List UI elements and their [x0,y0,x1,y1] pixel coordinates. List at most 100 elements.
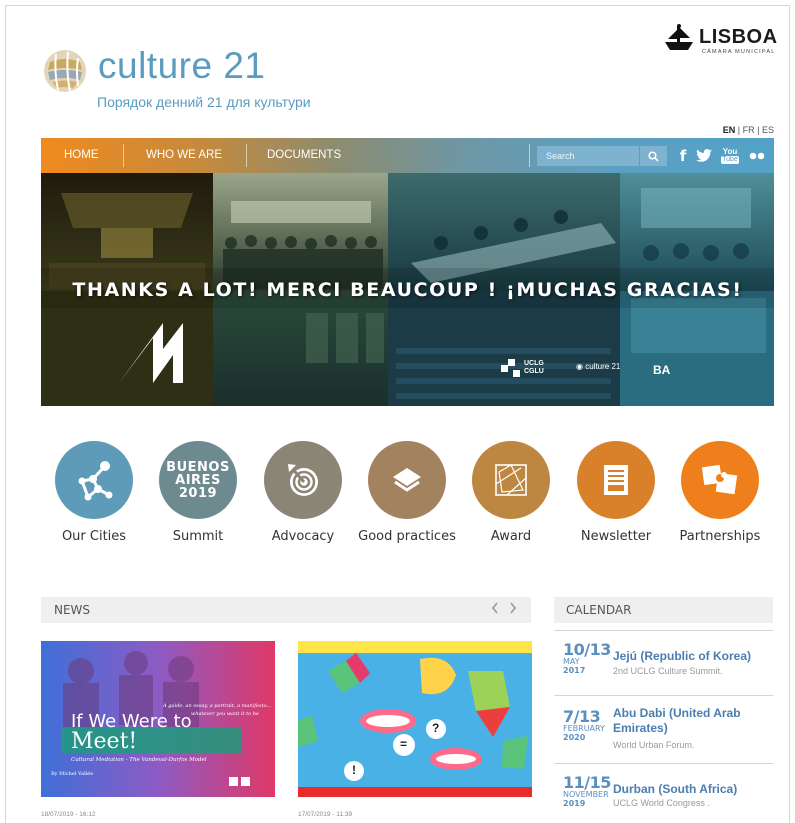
network-icon [78,461,113,501]
event-description: 2nd UCLG Culture Summit. [613,666,723,676]
language-switcher: EN | FR | ES [723,125,774,135]
event-month: NOVEMBER [563,790,609,799]
calendar-divider [554,763,773,764]
logo-title: culture 21 [98,45,266,86]
culture21-banner-icon: ◉ [576,362,583,371]
news-prev-button[interactable] [491,601,499,617]
hero-banner[interactable]: THANKS A LOT! MERCI BEAUCOUP ! ¡MUCHAS G… [41,173,774,406]
nav-divider [123,144,124,167]
globe-logo-icon [44,50,86,93]
event-place-link[interactable]: Jejú (Republic of Korea) [613,649,763,664]
lang-separator: | [757,125,760,135]
nav-divider [529,144,530,167]
facebook-icon: f [679,146,687,165]
youtube-link[interactable]: You Tube [721,138,739,173]
layers-icon [393,468,421,492]
event-year: 2020 [563,733,586,742]
news-item-illustration [298,641,532,797]
calendar-event-date[interactable]: 7/13 FEBRUARY 2020 [563,707,605,743]
nav-home[interactable]: HOME [64,138,99,173]
nav-documents[interactable]: DOCUMENTS [267,138,341,173]
lisboa-subtitle: CÂMARA MUNICIPAL [702,49,776,55]
youtube-icon: You Tube [721,146,739,164]
event-range: 11/15 [563,773,611,792]
flickr-icon [749,152,765,159]
culture21-logo[interactable]: culture 21 [42,45,265,94]
label-partnerships[interactable]: Partnerships [655,529,785,544]
event-range: 10/13 [563,640,611,659]
circle-newsletter[interactable] [577,441,655,519]
uclg-logo-mark [501,359,520,377]
circle-award[interactable] [472,441,550,519]
calendar-header: CALENDAR [554,597,773,623]
news-image-caption: A guide, an essay, a portrait, a manifes… [163,703,272,709]
logo-subtitle: Порядок денний 21 для культури [97,94,311,110]
calendar-title: CALENDAR [566,603,632,617]
news-image-title-2: Meet! [71,729,138,754]
calendar-divider [554,630,773,631]
uclg-logo: UCLG CGLU [501,359,544,377]
news-item-image[interactable]: A guide, an essay, a portrait, a manifes… [41,641,275,797]
nav-who-we-are[interactable]: WHO WE ARE [146,138,222,173]
circle-partnerships[interactable] [681,441,759,519]
exclamation-bubble-icon: ! [352,763,356,777]
badge-line-3: 2019 [178,485,218,501]
lisboa-name: LISBOA [699,26,778,48]
chevron-left-icon [491,602,498,614]
circle-good-practices[interactable] [368,441,446,519]
circle-summit[interactable]: BUENOS AIRES 2019 [159,441,237,519]
youtube-bottom: Tube [721,155,739,164]
cglu-text: CGLU [524,368,544,375]
ba-logo: BA [653,363,670,377]
twitter-icon [696,149,712,162]
youtube-top: You [722,146,738,156]
lang-fr[interactable]: FR [743,125,755,135]
event-range: 7/13 [563,707,601,726]
news-image-subtitle: Cultural Mediation - The Vandeval-Durfos… [71,757,207,763]
event-month: FEBRUARY [563,724,605,733]
event-month: MAY [563,657,580,666]
buenos-aires-badge: BUENOS AIRES 2019 [166,461,230,500]
event-place-link[interactable]: Abu Dabi (United Arab Emirates) [613,706,763,736]
chevron-right-icon [510,602,517,614]
question-bubble-icon: ? [432,721,440,735]
uclg-text: UCLG [524,360,544,367]
news-image-caption-2: whatever you want it to be [191,711,259,717]
flickr-link[interactable] [747,138,767,173]
target-icon [288,464,318,496]
search-button[interactable] [640,146,667,166]
news-item-date: 17/07/2019 - 11:39 [298,811,353,818]
search-icon [648,150,659,162]
nav-divider [246,144,247,167]
facebook-link[interactable]: f [676,138,690,173]
search-input[interactable] [537,146,639,166]
calendar-event-date[interactable]: 11/15 NOVEMBER 2019 [563,773,611,809]
lang-es[interactable]: ES [762,125,774,135]
culture21-banner-logo: ◉ culture 21 [576,362,620,371]
equals-bubble-icon: = [400,737,408,751]
event-year: 2017 [563,666,586,675]
main-nav: HOME WHO WE ARE DOCUMENTS f You Tube [41,138,774,173]
calendar-divider [554,695,773,696]
newsletter-icon [604,465,628,495]
banner-headline: THANKS A LOT! MERCI BEAUCOUP ! ¡MUCHAS G… [72,279,743,301]
news-next-button[interactable] [509,601,517,617]
badge-line-2: AIRES [175,472,221,488]
news-header: NEWS [41,597,531,623]
ba-logo-text: BA [653,363,671,377]
badge-line-1: BUENOS [166,459,230,475]
news-item-date: 18/07/2019 - 16:12 [41,811,96,818]
news-image-author: By Michel Vallée [51,771,94,777]
event-description: World Urban Forum. [613,740,695,750]
event-place-link[interactable]: Durban (South Africa) [613,782,763,797]
circle-advocacy[interactable] [264,441,342,519]
lang-en[interactable]: EN [723,125,736,135]
news-title: NEWS [54,603,91,617]
calendar-event-date[interactable]: 10/13 MAY 2017 [563,640,611,676]
circle-our-cities[interactable] [55,441,133,519]
award-icon [495,464,527,496]
lisboa-logo[interactable]: LISBOA CÂMARA MUNICIPAL [662,24,777,60]
news-item-image[interactable]: = ? ! [298,641,532,797]
twitter-link[interactable] [694,138,714,173]
lisboa-ship-icon [665,24,693,50]
